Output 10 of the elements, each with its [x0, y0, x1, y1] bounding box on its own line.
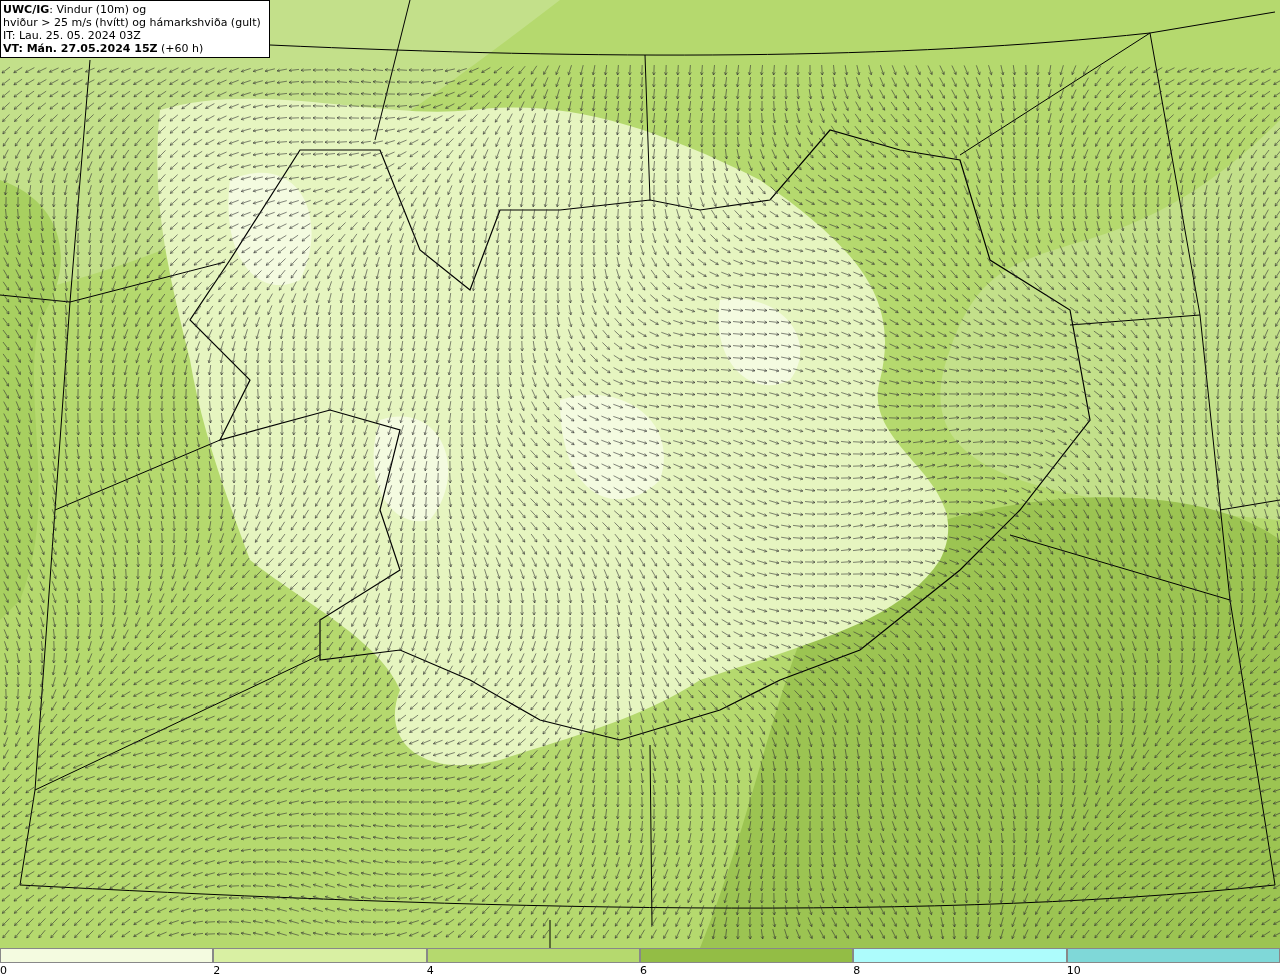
legend-label: 0	[0, 963, 7, 978]
legend-label: 10	[1066, 963, 1081, 978]
legend-label: 2	[213, 963, 221, 978]
legend-label: 4	[426, 963, 434, 978]
legend-label: 8	[853, 963, 861, 978]
map-subtitle: hviður > 25 m/s (hvítt) og hámarkshviða (gult)	[3, 16, 262, 29]
legend-label: 6	[640, 963, 647, 978]
map-subtitle: VT: Mán. 27.05.2024 15Z (+60 h)	[3, 42, 205, 55]
map-subtitle: IT: Lau. 25. 05. 2024 03Z	[3, 29, 142, 42]
map-title: UWC/IG: Vindur (10m) og	[3, 3, 148, 16]
